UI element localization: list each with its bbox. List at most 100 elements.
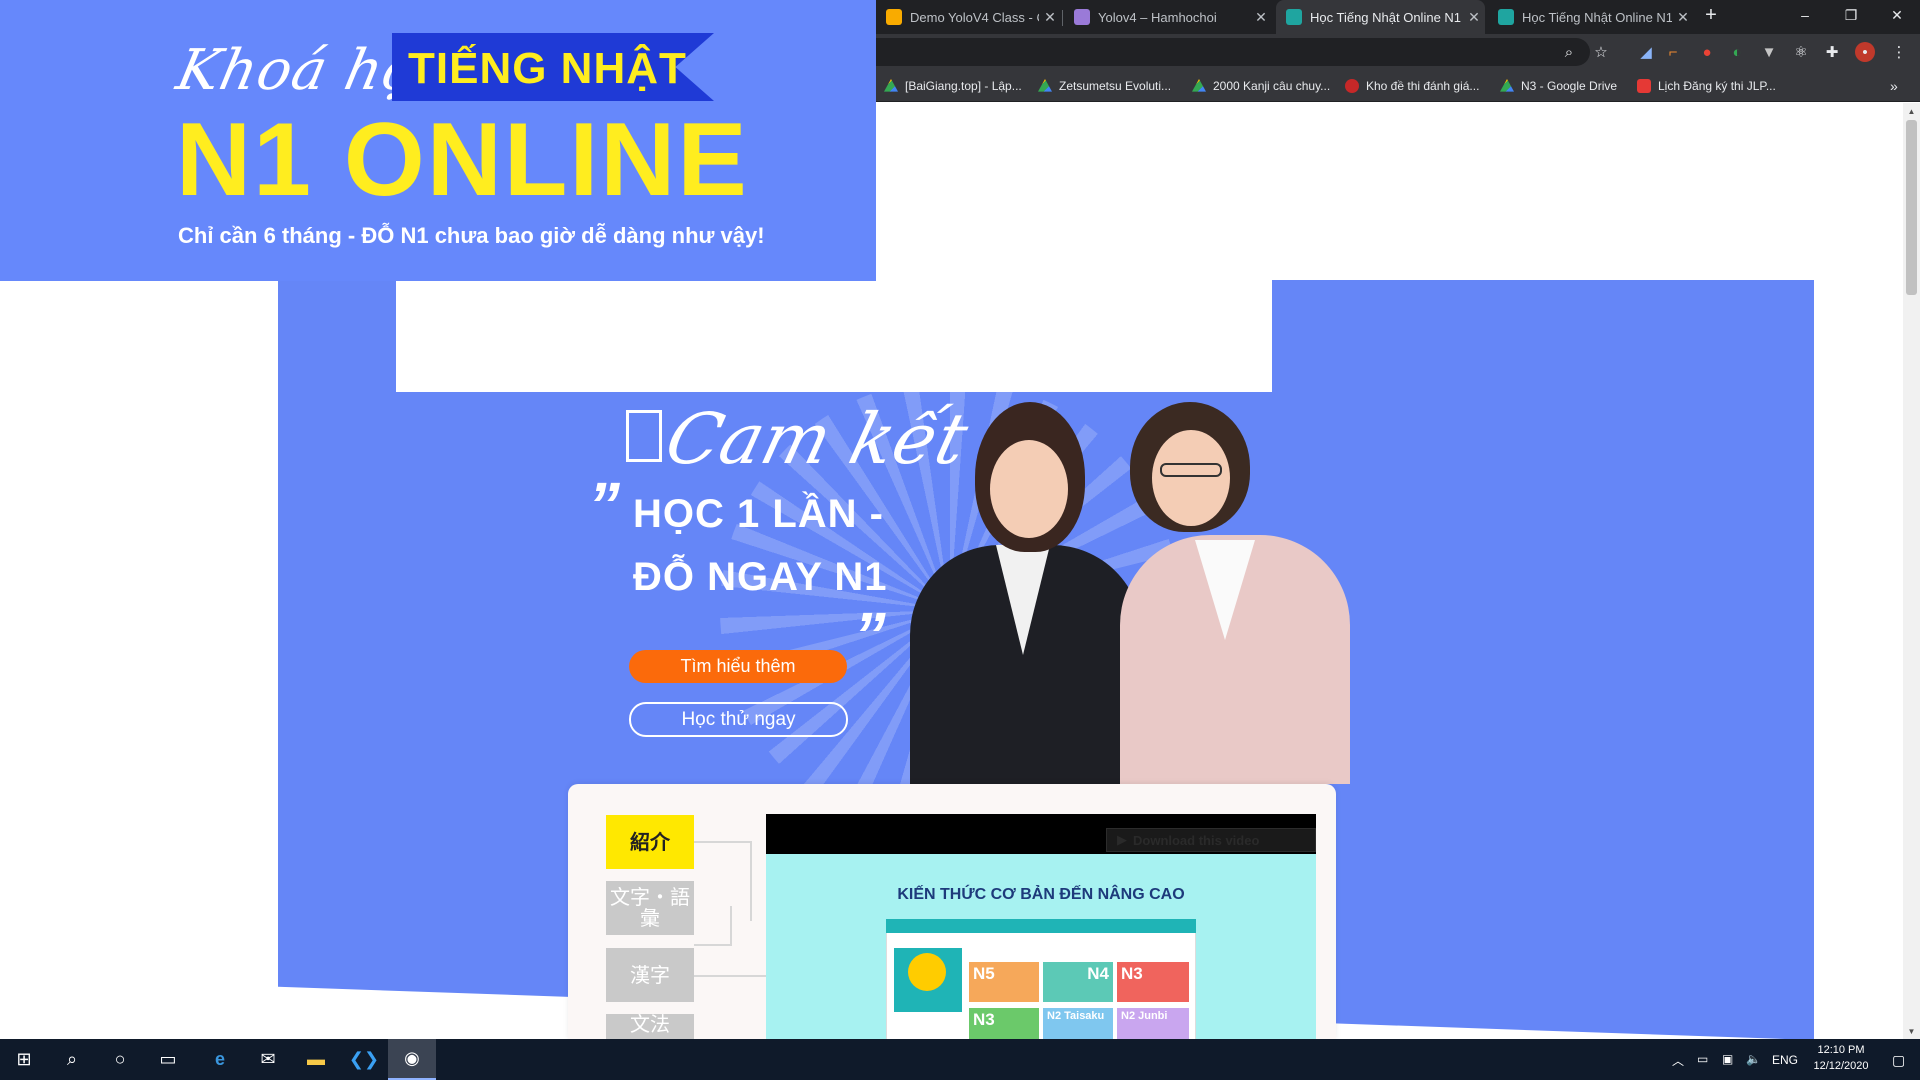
- battery-icon[interactable]: ▭: [1697, 1052, 1708, 1066]
- level-tile-n5: N5: [969, 962, 1039, 1002]
- level-tile-n2-junbi: N2 Junbi: [1117, 1008, 1189, 1040]
- tray-chevron-icon[interactable]: ︿: [1672, 1052, 1684, 1069]
- start-icon[interactable]: ⊞: [0, 1039, 48, 1080]
- red-site-icon: [1345, 79, 1359, 93]
- promo-ribbon-text: TIẾNG NHẬT: [408, 44, 687, 93]
- close-window-button[interactable]: ✕: [1874, 0, 1920, 30]
- bookmark-label: Lịch Đăng ký thi JLP...: [1658, 79, 1776, 93]
- new-tab-button[interactable]: +: [1696, 0, 1726, 30]
- bookmark-item[interactable]: Lịch Đăng ký thi JLP...: [1637, 70, 1776, 102]
- teacher-right-face: [1152, 430, 1230, 526]
- tab-colab[interactable]: Demo YoloV4 Class - Colab ✕: [876, 0, 1061, 34]
- play-icon: ▶: [1117, 832, 1127, 847]
- close-icon[interactable]: ✕: [1250, 9, 1272, 26]
- bookmark-item[interactable]: 2000 Kanji câu chuy...: [1192, 70, 1330, 102]
- profile-avatar[interactable]: •: [1855, 42, 1875, 62]
- bookmarks-overflow-button[interactable]: »: [1890, 70, 1898, 102]
- colab-icon: [886, 9, 902, 25]
- react-icon[interactable]: ⚛: [1791, 42, 1811, 62]
- extension-icon[interactable]: ●: [1697, 42, 1717, 62]
- hero-headline-line1: HỌC 1 LẦN -: [633, 492, 884, 536]
- site-icon: [1286, 9, 1302, 25]
- extension-icon[interactable]: ⌐: [1663, 42, 1683, 62]
- teacher-left-face: [990, 440, 1068, 538]
- task-view-icon[interactable]: ▭: [144, 1039, 192, 1080]
- tab-label: Học Tiếng Nhật Online N1 (: [1310, 9, 1463, 25]
- network-icon[interactable]: ▣: [1722, 1052, 1733, 1066]
- bookmark-item[interactable]: Kho đề thi đánh giá...: [1345, 70, 1479, 102]
- download-label: Download this video: [1133, 832, 1260, 848]
- scroll-down-arrow[interactable]: ▼: [1903, 1023, 1920, 1039]
- tab-introduction[interactable]: 紹介: [606, 815, 694, 869]
- google-drive-icon: [1038, 79, 1052, 92]
- close-icon[interactable]: ✕: [1463, 9, 1485, 26]
- extensions-puzzle-icon[interactable]: ✚: [1822, 42, 1842, 62]
- missing-glyph-icon: [626, 410, 662, 462]
- bookmark-item[interactable]: Zetsumetsu Evoluti...: [1038, 70, 1171, 102]
- site-icon: [1498, 9, 1514, 25]
- scroll-thumb[interactable]: [1906, 120, 1917, 295]
- tab-n1[interactable]: Học Tiếng Nhật Online N1 ( ✕: [1488, 0, 1694, 34]
- tab-grammar[interactable]: 文法: [606, 1014, 694, 1039]
- tab-label: Yolov4 – Hamhochoi: [1098, 9, 1217, 25]
- level-tile-n2-taisaku: N2 Taisaku: [1043, 1008, 1113, 1040]
- edge-icon[interactable]: e: [196, 1039, 244, 1080]
- google-drive-icon: [884, 79, 898, 92]
- extension-icon[interactable]: ◢: [1636, 42, 1656, 62]
- tab-active-n1[interactable]: Học Tiếng Nhật Online N1 ( ✕: [1276, 0, 1485, 34]
- bookmark-star-icon[interactable]: ☆: [1591, 42, 1611, 62]
- tab-connector-line: [694, 975, 766, 977]
- clock-time[interactable]: 12:10 PM: [1810, 1044, 1872, 1056]
- bookmark-label: N3 - Google Drive: [1521, 79, 1618, 93]
- google-drive-icon: [1192, 79, 1206, 92]
- bookmark-item[interactable]: [BaiGiang.top] - Lập...: [884, 70, 1022, 102]
- bookmark-item[interactable]: N3 - Google Drive: [1500, 70, 1617, 102]
- volume-icon[interactable]: 🔈: [1746, 1052, 1761, 1066]
- menu-kebab-icon[interactable]: ⋮: [1889, 42, 1909, 62]
- scroll-up-arrow[interactable]: ▲: [1903, 103, 1920, 119]
- close-icon[interactable]: ✕: [1672, 9, 1694, 26]
- minimize-button[interactable]: –: [1782, 0, 1828, 30]
- quote-close-mark: „: [860, 563, 892, 635]
- promo-title: N1 ONLINE: [176, 102, 749, 218]
- clock-date[interactable]: 12/12/2020: [1804, 1060, 1878, 1072]
- tab-yolov4[interactable]: Yolov4 – Hamhochoi ✕: [1064, 0, 1272, 34]
- extension-icon[interactable]: ◐: [1727, 42, 1747, 62]
- language-indicator[interactable]: ENG: [1772, 1053, 1798, 1067]
- level-tile-n3-junbi: N3: [969, 1008, 1039, 1040]
- bookmark-label: Kho đề thi đánh giá...: [1366, 79, 1480, 93]
- tab-kanji[interactable]: 漢字: [606, 948, 694, 1002]
- bookmark-label: Zetsumetsu Evoluti...: [1059, 79, 1172, 93]
- tab-separator: [1062, 10, 1063, 26]
- search-icon[interactable]: ⌕: [48, 1039, 96, 1080]
- bookmark-label: [BaiGiang.top] - Lập...: [905, 79, 1022, 93]
- site-icon: [1074, 9, 1090, 25]
- hero-script-heading: Cam kết: [657, 398, 976, 480]
- zoom-icon[interactable]: ⌕: [1559, 42, 1579, 62]
- download-video-button[interactable]: ▶ Download this video: [1106, 828, 1316, 852]
- bookmark-label: 2000 Kanji câu chuy...: [1213, 79, 1331, 93]
- try-now-button[interactable]: Học thử ngay: [629, 702, 848, 737]
- tab-label: Học Tiếng Nhật Online N1 (: [1522, 9, 1672, 25]
- tab-label: Demo YoloV4 Class - Colab: [910, 9, 1039, 25]
- mail-icon[interactable]: ✉: [244, 1039, 292, 1080]
- video-heading: KIẾN THỨC CƠ BẢN ĐẾN NÂNG CAO: [897, 886, 1185, 903]
- quote-open-mark: ”: [588, 469, 620, 541]
- tab-connector-line: [694, 906, 732, 946]
- vue-icon[interactable]: ▼: [1759, 42, 1779, 62]
- file-explorer-icon[interactable]: ▬: [292, 1039, 340, 1080]
- promo-subtitle: Chỉ cần 6 tháng - ĐỖ N1 chưa bao giờ dễ …: [178, 223, 765, 248]
- learn-more-button[interactable]: Tìm hiểu thêm: [629, 650, 847, 683]
- mockup-header-bar: [886, 919, 1196, 933]
- tab-connector-line: [694, 841, 750, 843]
- maximize-button[interactable]: ❐: [1828, 0, 1874, 30]
- notification-icon[interactable]: ▢: [1892, 1052, 1905, 1069]
- mascot-sun-icon: [908, 953, 946, 991]
- chrome-icon[interactable]: ◉: [388, 1039, 436, 1080]
- tab-vocabulary[interactable]: 文字・語彙: [606, 881, 694, 935]
- cortana-icon[interactable]: ○: [96, 1039, 144, 1080]
- level-tile-n4: N4: [1043, 962, 1113, 1002]
- tab-connector-line: [750, 841, 766, 921]
- vscode-icon[interactable]: ❮❯: [340, 1039, 388, 1080]
- close-icon[interactable]: ✕: [1039, 9, 1061, 26]
